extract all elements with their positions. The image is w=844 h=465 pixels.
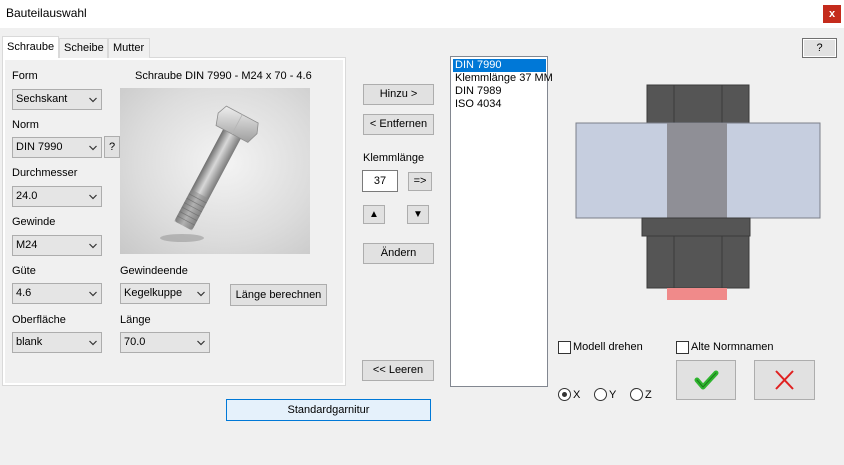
laenge-berechnen-button[interactable]: Länge berechnen <box>230 284 327 306</box>
preview-caption: Schraube DIN 7990 - M24 x 70 - 4.6 <box>135 70 312 82</box>
list-item[interactable]: DIN 7990 <box>453 59 546 72</box>
assembly-drawing <box>575 84 821 300</box>
arrow-up-icon: ▲ <box>369 209 379 220</box>
help-button[interactable]: ? <box>802 38 837 58</box>
durchmesser-select-value: 24.0 <box>16 190 38 202</box>
modell-drehen-checkbox[interactable] <box>558 341 571 354</box>
tab-schraube[interactable]: Schraube <box>2 36 59 58</box>
bolt-preview-image <box>120 88 310 254</box>
thread-end <box>667 288 727 300</box>
chevron-down-icon <box>89 145 97 151</box>
tab-mutter[interactable]: Mutter <box>108 38 150 58</box>
ok-button[interactable] <box>676 360 736 400</box>
leeren-button[interactable]: << Leeren <box>362 360 434 381</box>
window-title: Bauteilauswahl <box>6 6 87 20</box>
laenge-label: Länge <box>120 314 151 326</box>
hinzu-button[interactable]: Hinzu > <box>363 84 434 105</box>
durchmesser-label: Durchmesser <box>12 167 78 179</box>
washer <box>641 217 751 237</box>
checkmark-icon <box>694 370 719 390</box>
norm-label: Norm <box>12 119 39 131</box>
move-down-button[interactable]: ▼ <box>407 205 429 224</box>
form-label: Form <box>12 70 38 82</box>
list-item[interactable]: Klemmlänge 37 MM <box>453 72 553 85</box>
axis-z-radio[interactable] <box>630 388 643 401</box>
cancel-button[interactable] <box>754 360 815 400</box>
nut <box>646 235 750 289</box>
alte-normnamen-checkbox[interactable] <box>676 341 689 354</box>
gewinde-select-value: M24 <box>16 239 38 251</box>
chevron-down-icon <box>89 340 97 346</box>
guete-select[interactable]: 4.6 <box>12 283 102 304</box>
norm-help-button[interactable]: ? <box>104 136 120 158</box>
norm-select-value: DIN 7990 <box>16 141 63 153</box>
alte-normnamen-label: Alte Normnamen <box>691 341 774 353</box>
guete-label: Güte <box>12 265 36 277</box>
form-select-value: Sechskant <box>16 93 68 105</box>
axis-x-radio[interactable] <box>558 388 571 401</box>
bolt-render-icon <box>160 105 259 242</box>
list-item[interactable]: ISO 4034 <box>453 98 546 111</box>
guete-select-value: 4.6 <box>16 287 32 299</box>
standardgarnitur-button[interactable]: Standardgarnitur <box>226 399 431 421</box>
laenge-select[interactable]: 70.0 <box>120 332 210 353</box>
move-up-button[interactable]: ▲ <box>363 205 385 224</box>
klemmlaenge-label: Klemmlänge <box>363 152 425 164</box>
bolt-shaft <box>667 123 727 218</box>
laenge-select-value: 70.0 <box>124 336 146 348</box>
chevron-down-icon <box>89 243 97 249</box>
tab-scheibe[interactable]: Scheibe <box>59 38 108 58</box>
chevron-down-icon <box>89 291 97 297</box>
oberflaeche-label: Oberfläche <box>12 314 66 326</box>
axis-y-radio[interactable] <box>594 388 607 401</box>
entfernen-button[interactable]: < Entfernen <box>363 114 434 135</box>
gewinde-select[interactable]: M24 <box>12 235 102 256</box>
chevron-down-icon <box>197 340 205 346</box>
close-button[interactable]: x <box>823 5 841 23</box>
gewindeende-label: Gewindeende <box>120 265 188 277</box>
title-bar <box>0 0 844 28</box>
apply-klemmlaenge-button[interactable]: => <box>408 172 432 191</box>
klemmlaenge-input[interactable]: 37 <box>362 170 398 192</box>
component-list[interactable]: DIN 7990 Klemmlänge 37 MM DIN 7989 ISO 4… <box>450 56 553 387</box>
axis-z-label: Z <box>645 389 652 401</box>
durchmesser-select[interactable]: 24.0 <box>12 186 102 207</box>
form-select[interactable]: Sechskant <box>12 89 102 110</box>
oberflaeche-select[interactable]: blank <box>12 332 102 353</box>
axis-x-label: X <box>573 389 581 401</box>
aendern-button[interactable]: Ändern <box>363 243 434 264</box>
norm-select[interactable]: DIN 7990 <box>12 137 102 158</box>
modell-drehen-label: Modell drehen <box>573 341 643 353</box>
chevron-down-icon <box>89 97 97 103</box>
arrow-down-icon: ▼ <box>413 209 423 220</box>
chevron-down-icon <box>89 194 97 200</box>
axis-y-label: Y <box>609 389 617 401</box>
bolt-head <box>646 84 750 124</box>
gewindeende-select[interactable]: Kegelkuppe <box>120 283 210 304</box>
close-x-icon <box>775 370 794 390</box>
chevron-down-icon <box>197 291 205 297</box>
gewinde-label: Gewinde <box>12 216 56 228</box>
list-item[interactable]: DIN 7989 <box>453 85 546 98</box>
oberflaeche-select-value: blank <box>16 336 43 348</box>
gewindeende-select-value: Kegelkuppe <box>124 287 183 299</box>
